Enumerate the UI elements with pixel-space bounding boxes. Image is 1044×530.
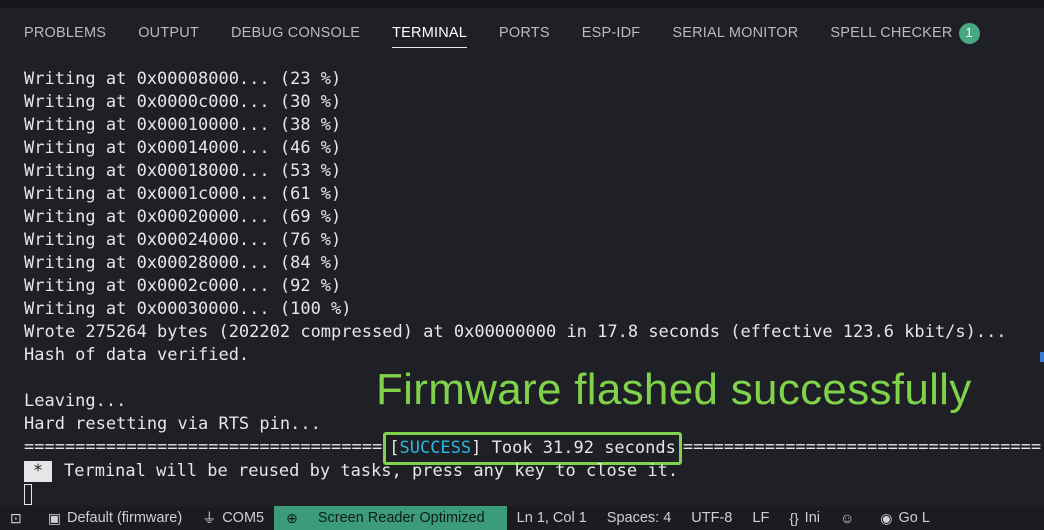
- tab-esp-idf[interactable]: ESP-IDF: [582, 8, 641, 58]
- terminal-line: Writing at 0x00018000... (53 %): [24, 161, 342, 181]
- encoding-item[interactable]: UTF-8: [681, 506, 742, 530]
- screen-reader-item[interactable]: ⊕ Screen Reader Optimized: [274, 506, 507, 530]
- tab-terminal[interactable]: TERMINAL: [392, 8, 467, 58]
- scrollbar-marker[interactable]: [1040, 352, 1044, 362]
- default-firmware-item[interactable]: ▣ Default (firmware): [38, 506, 192, 530]
- tab-spell-checker[interactable]: SPELL CHECKER 1: [830, 8, 980, 58]
- language-item[interactable]: {} Ini: [779, 506, 830, 530]
- status-label: Ln 1, Col 1: [516, 510, 587, 526]
- terminal-line: Hash of data verified.: [24, 345, 250, 365]
- success-bracket-open: [: [389, 438, 400, 458]
- tab-output[interactable]: OUTPUT: [138, 8, 199, 58]
- cursor-line: [24, 483, 1034, 506]
- status-label: LF: [752, 510, 770, 526]
- folder-icon: ▣: [47, 509, 61, 526]
- status-label: Ini: [804, 510, 820, 526]
- tab-label: DEBUG CONSOLE: [231, 25, 361, 41]
- tab-label: OUTPUT: [138, 25, 199, 41]
- braces-icon: {}: [789, 510, 799, 526]
- tab-label: SPELL CHECKER: [830, 25, 953, 41]
- com-port-item[interactable]: ⏚ COM5: [192, 506, 274, 530]
- cursor-position-item[interactable]: Ln 1, Col 1: [507, 506, 597, 530]
- terminal-line: Writing at 0x00024000... (76 %): [24, 230, 342, 250]
- status-label: UTF-8: [691, 510, 733, 526]
- terminal-line: Writing at 0x0002c000... (92 %): [24, 276, 342, 296]
- task-marker-icon: *: [24, 460, 52, 482]
- tab-label: ESP-IDF: [581, 25, 641, 41]
- success-line: =================================== [SUCC…: [24, 432, 1041, 465]
- separator-left: ===================================: [24, 437, 383, 457]
- status-label: Spaces: 4: [606, 510, 672, 526]
- tab-problems[interactable]: PROBLEMS: [24, 8, 106, 58]
- zoom-icon: ⊕: [286, 509, 298, 526]
- status-bar: ⊡ ▣ Default (firmware) ⏚ COM5 ⊕ Screen Reader …: [0, 506, 1044, 530]
- terminal-line: Wrote 275264 bytes (202202 compressed) a…: [24, 322, 1007, 342]
- copilot-icon: ☺: [840, 510, 855, 526]
- tab-label: SERIAL MONITOR: [672, 25, 799, 41]
- eol-item[interactable]: LF: [742, 506, 779, 530]
- tab-label: TERMINAL: [392, 25, 468, 41]
- status-label: COM5: [222, 510, 265, 526]
- terminal-line: Writing at 0x00020000... (69 %): [24, 207, 342, 227]
- terminal-output[interactable]: Writing at 0x00008000... (23 %) Writing a…: [24, 68, 1041, 506]
- terminal-line: Writing at 0x00028000... (84 %): [24, 253, 342, 273]
- tab-label: PROBLEMS: [24, 25, 107, 41]
- task-message: Terminal will be reused by tasks, press …: [64, 461, 679, 481]
- terminal-line: Writing at 0x00014000... (46 %): [24, 138, 342, 158]
- separator-right: ===================================: [682, 437, 1042, 457]
- terminal-line: Writing at 0x00010000... (38 %): [24, 115, 342, 135]
- broadcast-icon: ◉: [880, 509, 893, 526]
- terminal-line: Writing at 0x00030000... (100 %): [24, 299, 352, 319]
- success-duration: ] Took 31.92 seconds: [471, 438, 676, 458]
- annotation-label: Firmware flashed successfully: [376, 365, 972, 414]
- status-label: Default (firmware): [66, 510, 183, 526]
- terminal-line: Writing at 0x0001c000... (61 %): [24, 184, 342, 204]
- copilot-item[interactable]: ☺: [830, 506, 870, 530]
- tab-debug-console[interactable]: DEBUG CONSOLE: [231, 8, 360, 58]
- indentation-item[interactable]: Spaces: 4: [597, 506, 682, 530]
- terminal-line: Writing at 0x00008000... (23 %): [24, 69, 342, 89]
- success-word: SUCCESS: [399, 438, 472, 458]
- status-label: Screen Reader Optimized: [317, 510, 485, 526]
- terminal-icon-item[interactable]: ⊡: [0, 506, 38, 530]
- panel-tab-bar: PROBLEMS OUTPUT DEBUG CONSOLE TERMINAL PORTS…: [0, 8, 1044, 58]
- tab-serial-monitor[interactable]: SERIAL MONITOR: [672, 8, 798, 58]
- task-message-line: * Terminal will be reused by tasks, press…: [24, 460, 1034, 483]
- tab-label: PORTS: [499, 25, 550, 41]
- status-label: Go L: [898, 510, 930, 526]
- go-live-item[interactable]: ◉ Go L: [870, 506, 940, 530]
- terminal-icon: ⊡: [10, 509, 22, 526]
- window-top-strip: [0, 0, 1044, 8]
- tab-badge: 1: [958, 22, 980, 44]
- terminal-line: Writing at 0x0000c000... (30 %): [24, 92, 342, 112]
- tab-ports[interactable]: PORTS: [499, 8, 550, 58]
- plug-icon: ⏚: [202, 510, 217, 526]
- terminal-cursor: [24, 483, 32, 505]
